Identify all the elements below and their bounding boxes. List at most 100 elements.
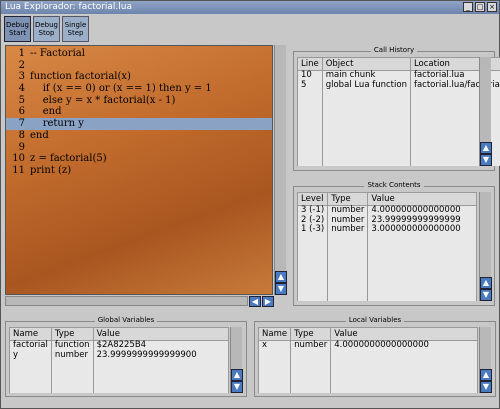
line-number: 5: [18, 94, 25, 106]
locals-scroll-up-icon[interactable]: ▲: [480, 369, 492, 381]
table-cell: main chunk: [321, 70, 411, 81]
code-line[interactable]: 10 z = factorial(5): [6, 153, 272, 165]
line-number: 6: [18, 106, 25, 118]
empty-cell: [9, 360, 52, 393]
code-text: function factorial(x): [30, 71, 131, 83]
window-title: Lua Explorador: factorial.lua: [5, 2, 133, 12]
line-number: 10: [12, 153, 25, 165]
line-number: 3: [18, 71, 25, 83]
line-number: 9: [18, 141, 25, 153]
code-line[interactable]: 4 if (x == 0) or (x == 1) then y = 1: [6, 83, 272, 95]
table-cell: 5: [297, 80, 323, 90]
call-history-scroll-up-icon[interactable]: ▲: [480, 142, 492, 154]
table-cell: factorial: [9, 340, 52, 351]
column-header[interactable]: Line: [297, 57, 323, 71]
column-header[interactable]: Name: [9, 327, 52, 341]
code-line[interactable]: 2: [6, 60, 272, 72]
empty-cell: [367, 234, 477, 301]
empty-cell: [297, 90, 323, 166]
line-number: 1: [18, 48, 25, 59]
empty-cell: [50, 360, 94, 393]
code-scroll-up-icon[interactable]: ▲: [275, 271, 287, 283]
single-step-button[interactable]: Single Step: [62, 16, 89, 42]
stack-scroll-up-icon[interactable]: ▲: [480, 277, 492, 289]
close-button[interactable]: ×: [487, 2, 497, 12]
line-number: 8: [18, 129, 25, 141]
stack-scrollbar[interactable]: ▲ ▼: [479, 192, 492, 301]
call-history-table[interactable]: Line Object Location 10 main chunk factorial.…: [297, 57, 500, 166]
local-variables-scrollbar[interactable]: ▲ ▼: [479, 327, 492, 393]
table-cell: y: [9, 350, 52, 360]
column-header[interactable]: Object: [321, 57, 411, 71]
column-header[interactable]: Value: [330, 327, 478, 341]
table-row[interactable]: 3 (-1) number 4.000000000000000: [296, 205, 477, 216]
call-history-scrollbar[interactable]: ▲ ▼: [479, 57, 492, 166]
code-text: else y = x * factorial(x - 1): [30, 94, 176, 106]
column-header[interactable]: Name: [257, 327, 292, 341]
globals-scroll-down-icon[interactable]: ▼: [231, 381, 243, 393]
line-number: 2: [18, 59, 25, 71]
code-line[interactable]: 3 function factorial(x): [6, 71, 272, 83]
empty-cell: [330, 350, 478, 393]
stack-table[interactable]: Level Type Value 3 (-1) number 4.000000000000…: [296, 192, 477, 301]
column-header[interactable]: Value: [367, 192, 477, 206]
global-variables-scrollbar[interactable]: ▲ ▼: [230, 327, 243, 393]
code-line[interactable]: 1 -- Factorial: [6, 48, 272, 60]
table-filler: [257, 350, 478, 393]
code-text: z = factorial(5): [30, 153, 107, 165]
debug-stop-button[interactable]: Debug Stop: [33, 16, 60, 42]
table-cell: number: [290, 340, 332, 351]
code-scroll-right-icon[interactable]: ▶: [262, 296, 274, 307]
toolbar: Debug Start Debug Stop Single Step: [4, 16, 89, 42]
code-text: -- Factorial: [30, 48, 85, 59]
code-scroll-left-icon[interactable]: ◀: [249, 296, 261, 307]
globals-scroll-up-icon[interactable]: ▲: [231, 369, 243, 381]
table-cell: number: [50, 350, 94, 360]
table-cell: global Lua function: [321, 80, 411, 90]
table-row[interactable]: factorial function $2A8225B4: [9, 340, 230, 351]
line-number: 11: [12, 164, 25, 176]
call-history-scroll-down-icon[interactable]: ▼: [480, 154, 492, 166]
code-editor[interactable]: 1 -- Factorial 2 3 function factorial(x) 4 if…: [5, 45, 273, 295]
table-row[interactable]: 10 main chunk factorial.lua: [297, 70, 500, 81]
code-line[interactable]: 5 else y = x * factorial(x - 1): [6, 95, 272, 107]
table-row[interactable]: 1 (-3) number 3.000000000000000: [296, 224, 477, 235]
column-header[interactable]: Value: [92, 327, 230, 341]
code-line[interactable]: 7 return y: [6, 118, 272, 130]
locals-scroll-down-icon[interactable]: ▼: [480, 381, 492, 393]
title-bar: Lua Explorador: factorial.lua _ □ ×: [1, 1, 499, 14]
code-text: end: [30, 129, 49, 141]
empty-cell: [257, 350, 292, 393]
local-variables-title: Local Variables: [345, 316, 405, 324]
code-text: if (x == 0) or (x == 1) then y = 1: [30, 83, 212, 95]
table-row[interactable]: 5 global Lua function factorial.lua/factor…: [297, 80, 500, 90]
code-text: end: [30, 106, 62, 118]
empty-cell: [296, 234, 329, 301]
minimize-button[interactable]: _: [463, 2, 473, 12]
table-cell: 1 (-3): [296, 224, 329, 235]
code-line[interactable]: 6 end: [6, 106, 272, 118]
stack-scroll-down-icon[interactable]: ▼: [480, 289, 492, 301]
code-text: print (z): [30, 164, 72, 176]
column-header[interactable]: Level: [296, 192, 329, 206]
table-cell: x: [257, 340, 292, 351]
code-vertical-scrollbar[interactable]: ▲ ▼: [274, 45, 287, 295]
column-header[interactable]: Type: [290, 327, 332, 341]
code-scroll-down-icon[interactable]: ▼: [275, 283, 287, 295]
table-filler: [9, 360, 230, 393]
column-header[interactable]: Type: [327, 192, 369, 206]
code-horizontal-scrollbar[interactable]: [5, 296, 248, 306]
global-variables-table[interactable]: Name Type Value factorial function $2A8225B4 y…: [9, 327, 230, 393]
table-row[interactable]: x number 4.0000000000000000: [257, 340, 478, 351]
column-header[interactable]: Type: [50, 327, 94, 341]
maximize-button[interactable]: □: [475, 2, 485, 12]
debug-start-button[interactable]: Debug Start: [4, 16, 31, 42]
code-line[interactable]: 11 print (z): [6, 165, 272, 177]
table-cell: 10: [297, 70, 323, 81]
code-line[interactable]: 8 end: [6, 130, 272, 142]
local-variables-table[interactable]: Name Type Value x number 4.0000000000000000: [257, 327, 478, 393]
code-line[interactable]: 9: [6, 142, 272, 154]
table-row[interactable]: y number 23.9999999999999900: [9, 350, 230, 360]
empty-cell: [92, 360, 230, 393]
line-number: 7: [18, 118, 25, 130]
